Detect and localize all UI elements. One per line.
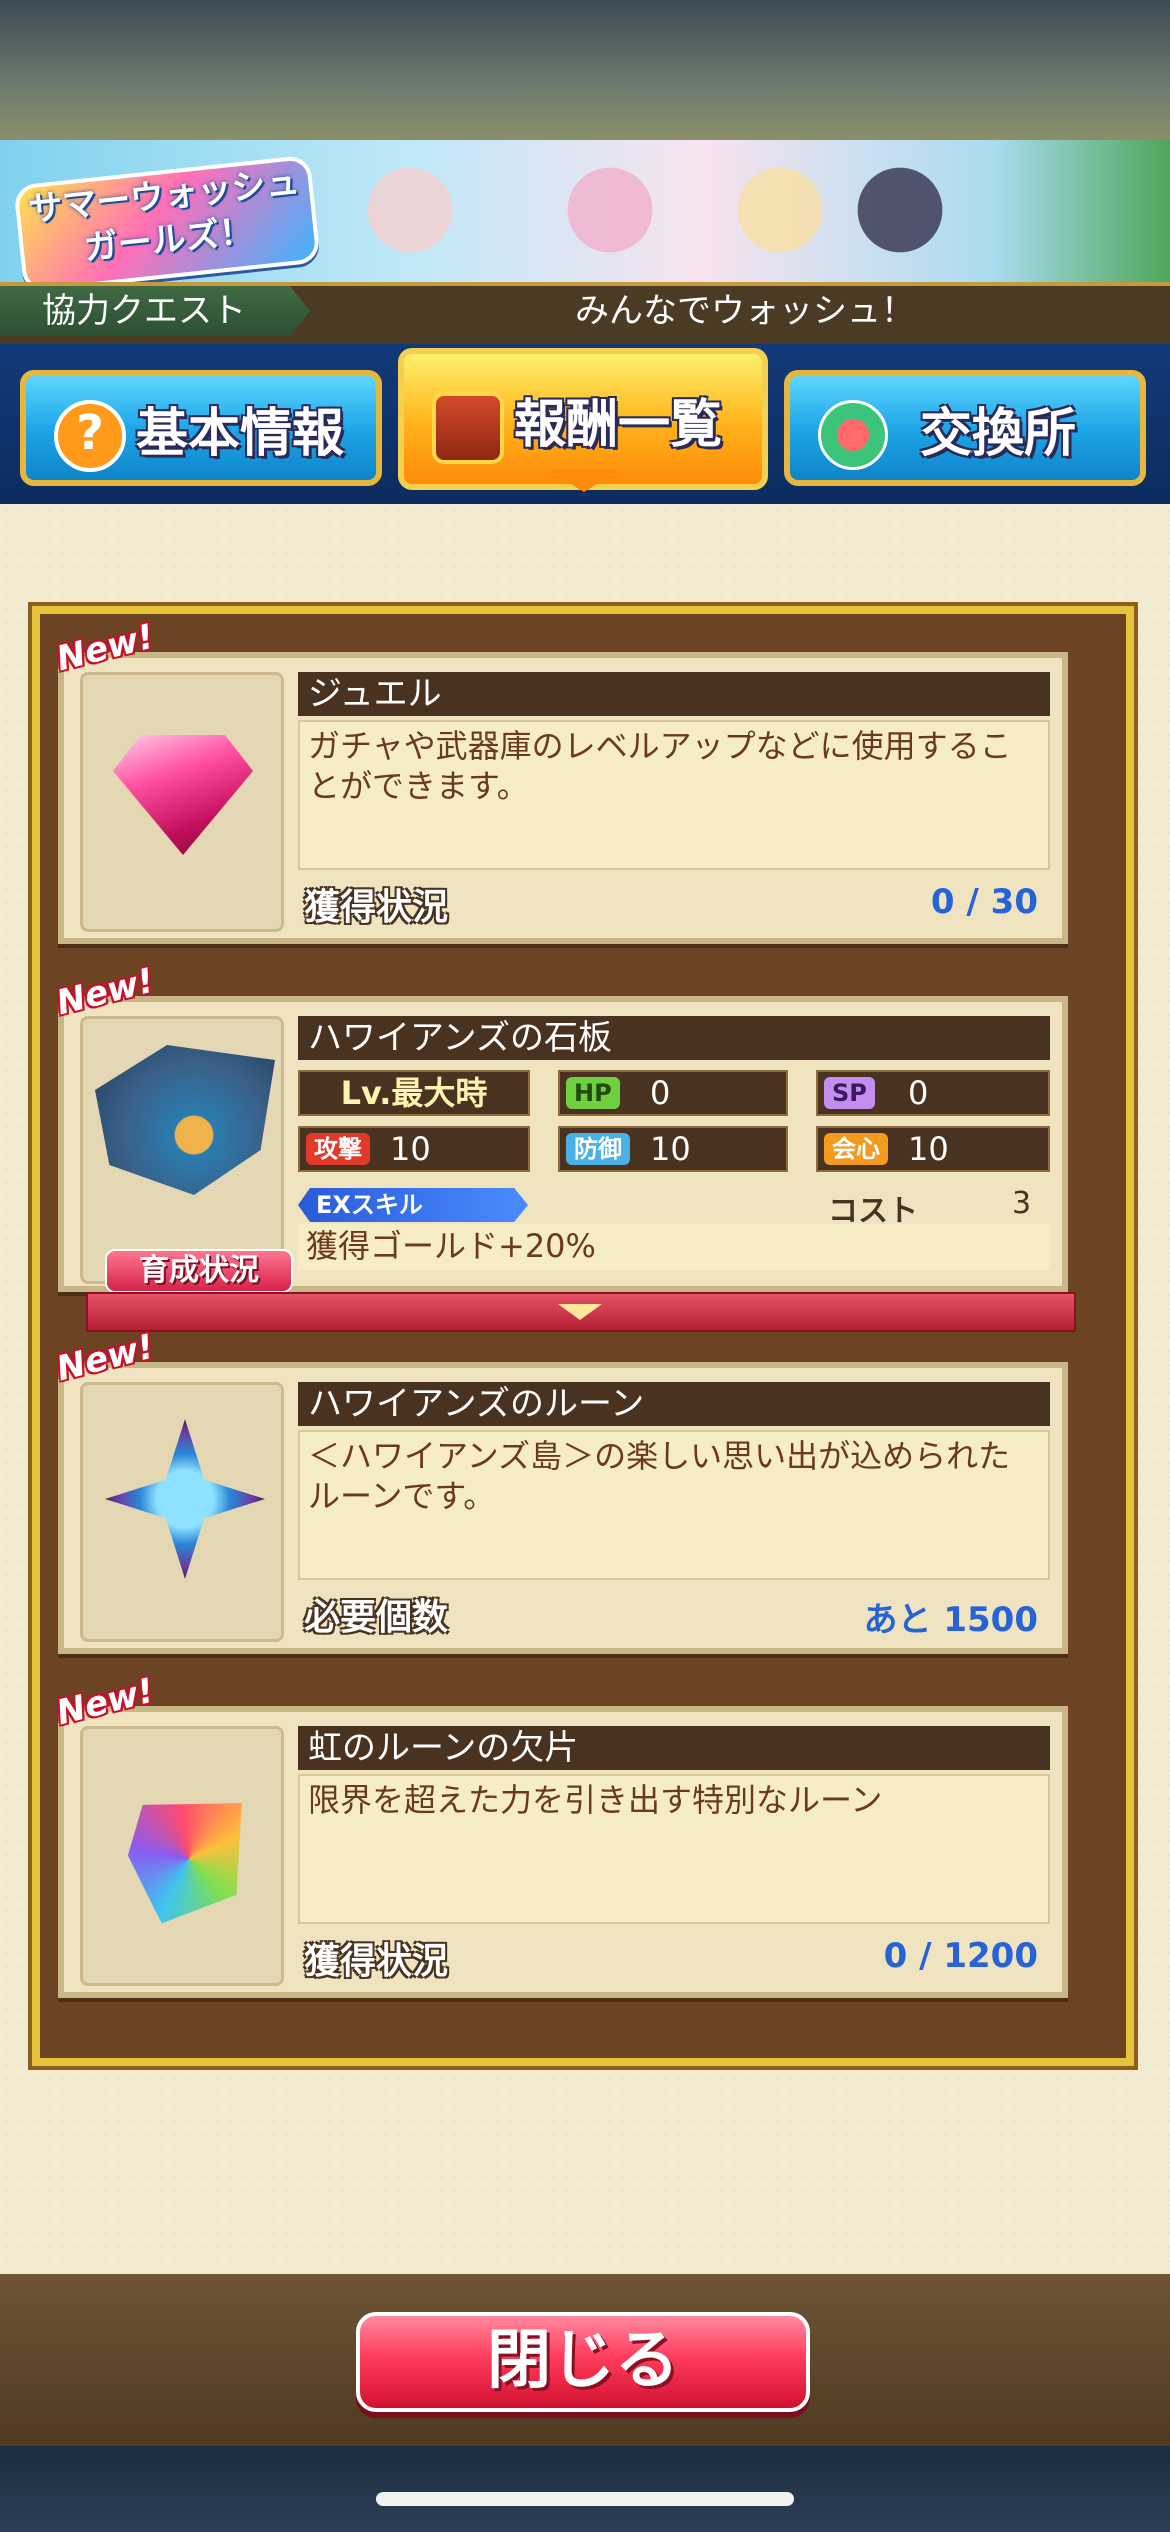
status-label: 獲得状況	[304, 887, 449, 928]
active-tab-indicator	[548, 470, 620, 492]
reward-name: ハワイアンズの石板	[298, 1016, 1050, 1060]
tab-bar: ? 基本情報 報酬一覧 交換所	[0, 344, 1170, 504]
quest-title-bar: 協力クエスト みんなでウォッシュ！	[0, 282, 1170, 348]
hp-tag: HP	[566, 1077, 620, 1109]
attack-value: 10	[390, 1130, 431, 1168]
hp-value: 0	[650, 1074, 671, 1112]
defense-tag: 防御	[566, 1133, 630, 1165]
reward-description: 限界を超えた力を引き出す特別なルーン	[298, 1774, 1050, 1924]
tab-label: 交換所	[920, 403, 1077, 464]
jewel-icon	[113, 735, 253, 855]
critical-stat: 会心 10	[816, 1126, 1050, 1172]
status-label: 必要個数	[304, 1597, 449, 1638]
reward-card-rune[interactable]: New! ハワイアンズのルーン ＜ハワイアンズ島＞の楽しい思い出が込められたルー…	[53, 1327, 1068, 1654]
tab-rewards-list[interactable]: 報酬一覧	[398, 348, 768, 490]
reward-icon-box	[80, 1726, 284, 1986]
tab-exchange[interactable]: 交換所	[784, 370, 1146, 486]
reward-name: 虹のルーンの欠片	[298, 1726, 1050, 1770]
cost-value: 3	[1012, 1186, 1032, 1221]
chevron-down-icon	[558, 1304, 602, 1320]
expand-details-bar[interactable]	[86, 1292, 1076, 1332]
critical-tag: 会心	[824, 1133, 888, 1165]
event-banner: サマーウォッシュ ガールズ！	[0, 140, 1170, 282]
level-pill: Lv.最大時	[298, 1070, 530, 1116]
background-bottom	[0, 2446, 1170, 2532]
question-icon: ?	[54, 400, 126, 472]
event-logo: サマーウォッシュ ガールズ！	[13, 154, 321, 282]
growth-status-button[interactable]: 育成状況	[105, 1249, 293, 1293]
reward-card-jewel[interactable]: New! ジュエル ガチャや武器庫のレベルアップなどに使用することができます。 …	[53, 617, 1068, 944]
status-label: 獲得状況	[304, 1941, 449, 1982]
background-top	[0, 0, 1170, 140]
critical-value: 10	[908, 1130, 949, 1168]
reward-name: ジュエル	[298, 672, 1050, 716]
treasure-chest-icon	[432, 392, 504, 464]
status-value: 0 / 1200	[883, 1936, 1038, 1976]
rainbow-rune-fragment-icon	[121, 1791, 257, 1927]
ex-skill-tag: EXスキル	[298, 1188, 528, 1222]
reward-card-stone-tablet[interactable]: New! 育成状況 ハワイアンズの石板 Lv.最大時 HP 0 SP 0 攻撃 …	[53, 961, 1068, 1293]
reward-card-rainbow-rune-fragment[interactable]: New! 虹のルーンの欠片 限界を超えた力を引き出す特別なルーン 獲得状況 0 …	[53, 1671, 1068, 1998]
banner-characters-image	[330, 140, 1170, 282]
sp-tag: SP	[824, 1077, 875, 1109]
status-value: 0 / 30	[930, 882, 1038, 922]
tab-label: 基本情報	[136, 403, 345, 464]
status-value: あと 1500	[863, 1600, 1038, 1640]
defense-value: 10	[650, 1130, 691, 1168]
reward-icon-box	[80, 672, 284, 932]
quest-name: みんなでウォッシュ！	[575, 291, 915, 331]
ex-skill-description: 獲得ゴールド+20%	[298, 1224, 1050, 1270]
sp-value: 0	[908, 1074, 929, 1112]
stone-tablet-icon	[95, 1045, 275, 1195]
attack-tag: 攻撃	[306, 1133, 370, 1165]
rune-icon	[105, 1419, 265, 1579]
tab-label: 報酬一覧	[514, 394, 723, 455]
reward-name: ハワイアンズのルーン	[298, 1382, 1050, 1426]
hp-stat: HP 0	[558, 1070, 788, 1116]
exchange-icon	[818, 400, 888, 470]
reward-description: ガチャや武器庫のレベルアップなどに使用することができます。	[298, 720, 1050, 870]
quest-type-label: 協力クエスト	[0, 286, 310, 336]
tab-basic-info[interactable]: ? 基本情報	[20, 370, 382, 486]
reward-description: ＜ハワイアンズ島＞の楽しい思い出が込められたルーンです。	[298, 1430, 1050, 1580]
reward-icon-box	[80, 1382, 284, 1642]
close-button[interactable]: 閉じる	[356, 2312, 810, 2412]
home-indicator[interactable]	[376, 2492, 794, 2506]
attack-stat: 攻撃 10	[298, 1126, 530, 1172]
reward-icon-box: 育成状況	[80, 1016, 293, 1293]
sp-stat: SP 0	[816, 1070, 1050, 1116]
defense-stat: 防御 10	[558, 1126, 788, 1172]
